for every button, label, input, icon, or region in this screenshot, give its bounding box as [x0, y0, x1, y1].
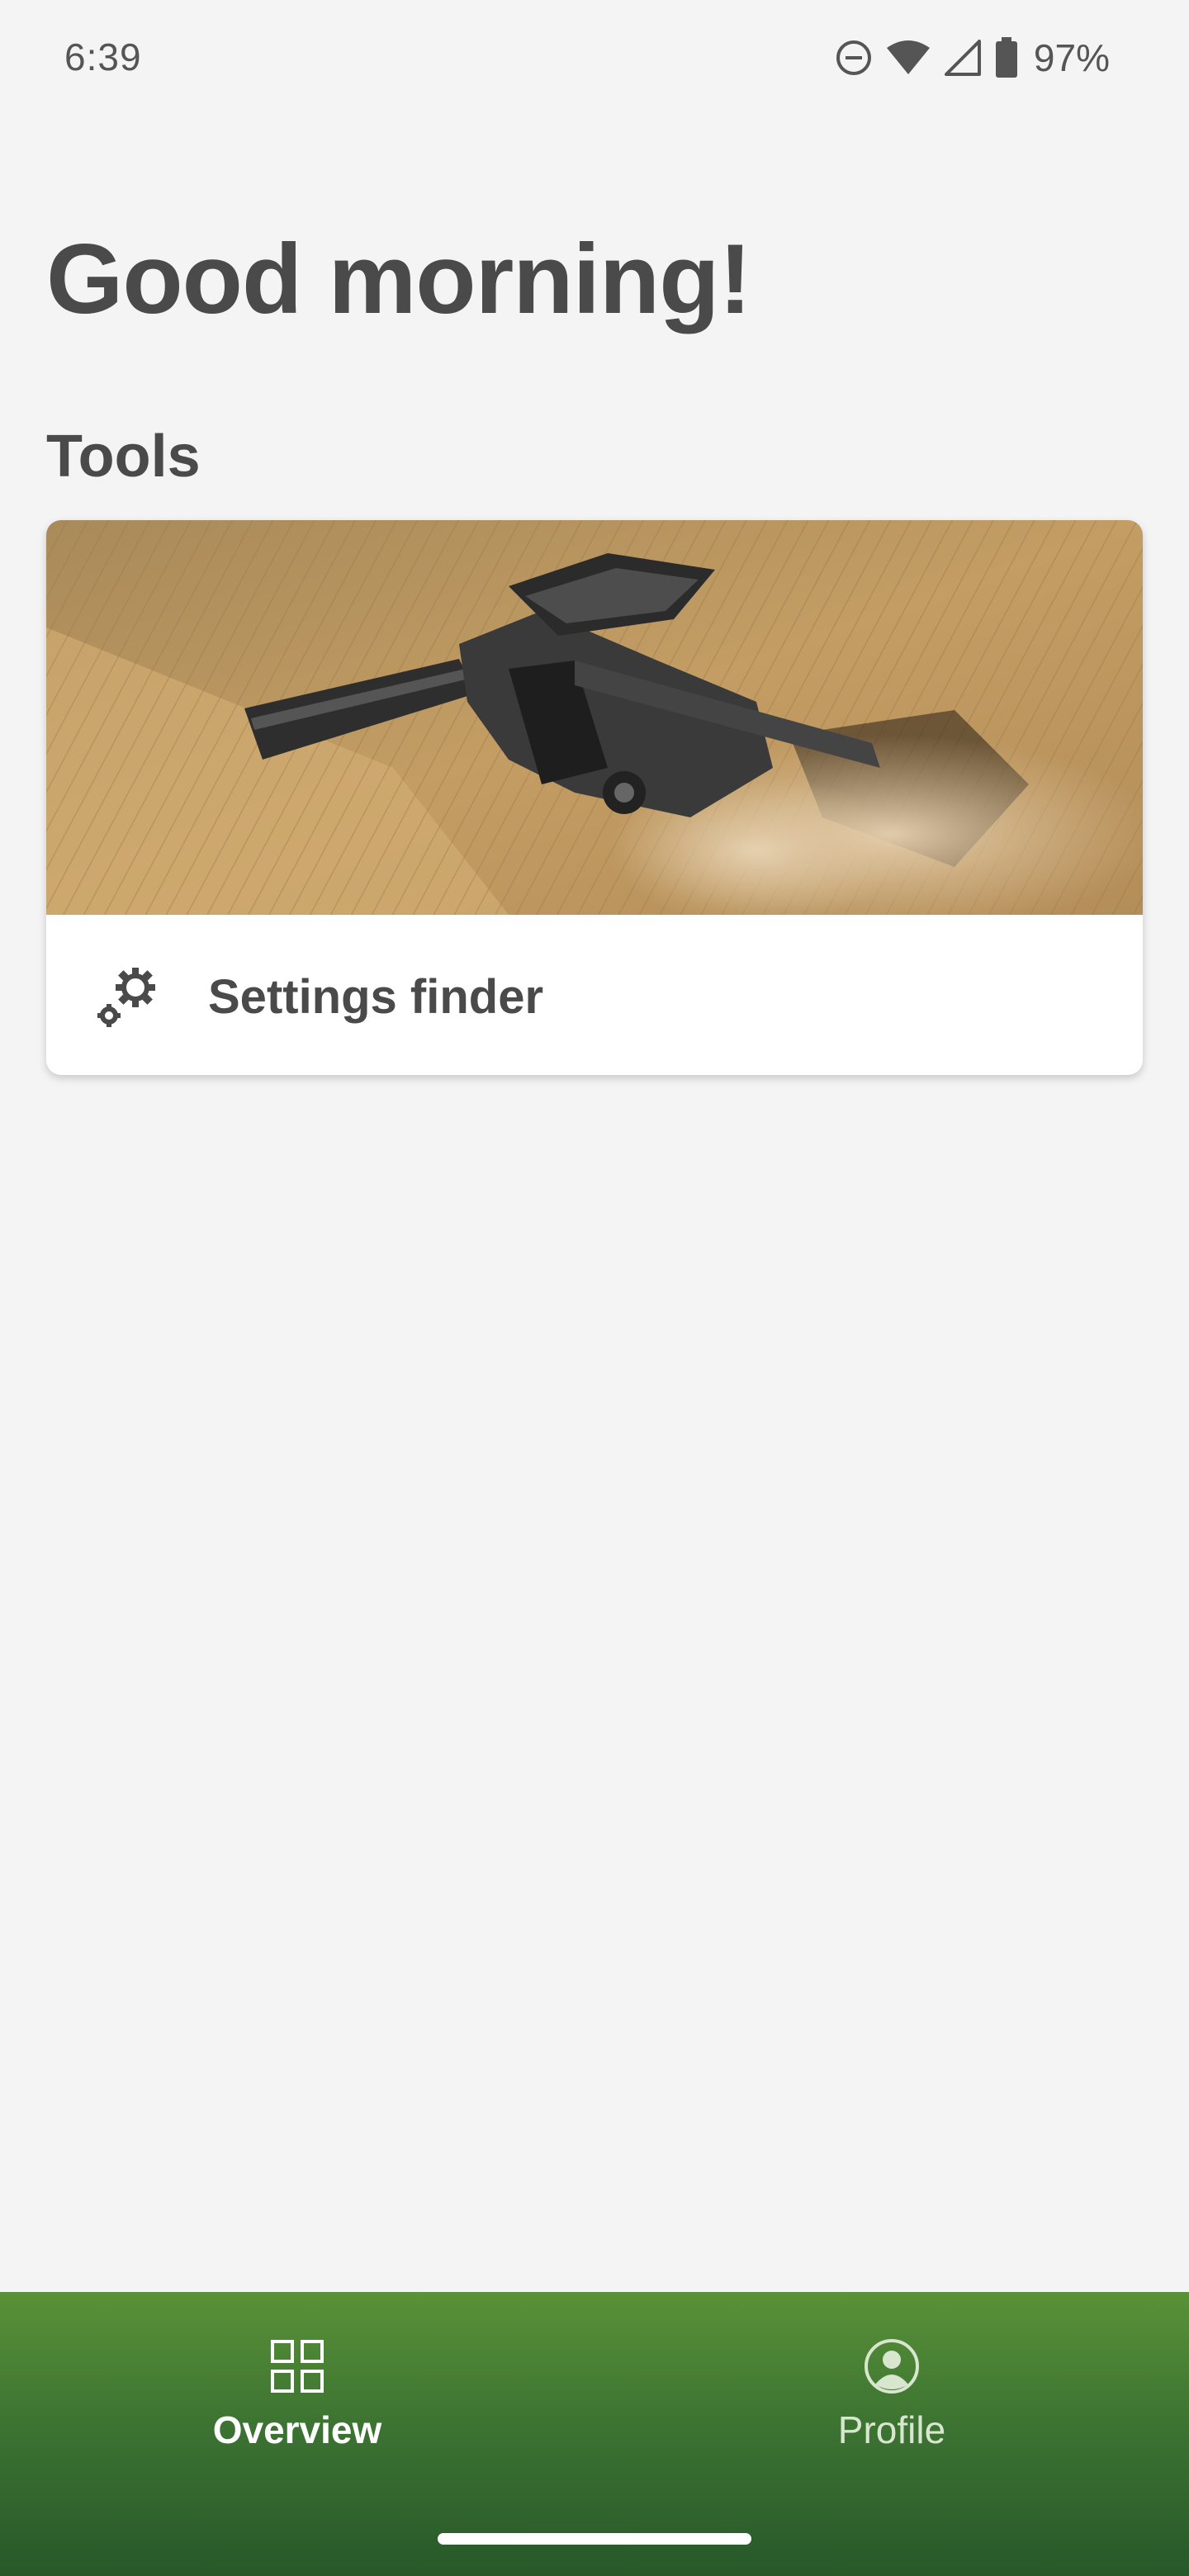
nav-label-overview: Overview: [212, 2408, 382, 2451]
status-icons: 97%: [834, 33, 1110, 83]
combine-harvester-image: [46, 520, 1143, 915]
nav-label-profile: Profile: [837, 2408, 946, 2451]
greeting-title: Good morning!: [46, 224, 751, 334]
card-footer: Settings finder: [46, 915, 1143, 1075]
status-time: 6:39: [64, 36, 142, 78]
signal-icon: [943, 38, 983, 78]
wifi-icon: [885, 38, 931, 78]
nav-item-overview[interactable]: Overview: [149, 2337, 446, 2493]
gears-icon: [94, 964, 160, 1030]
profile-icon: [865, 2339, 919, 2394]
grid-icon: [271, 2340, 324, 2393]
bottom-navigation: Overview Profile: [0, 2292, 1189, 2576]
settings-finder-label: Settings finder: [208, 970, 544, 1024]
nav-item-profile[interactable]: Profile: [743, 2337, 1040, 2493]
settings-finder-card[interactable]: Settings finder: [46, 520, 1143, 1075]
battery-percentage: 97%: [1033, 36, 1110, 79]
battery-icon: [994, 37, 1019, 78]
home-indicator[interactable]: [438, 2533, 751, 2545]
do-not-disturb-icon: [834, 38, 874, 78]
status-bar: 6:39 97%: [0, 0, 1189, 116]
tools-section-title: Tools: [46, 424, 201, 490]
